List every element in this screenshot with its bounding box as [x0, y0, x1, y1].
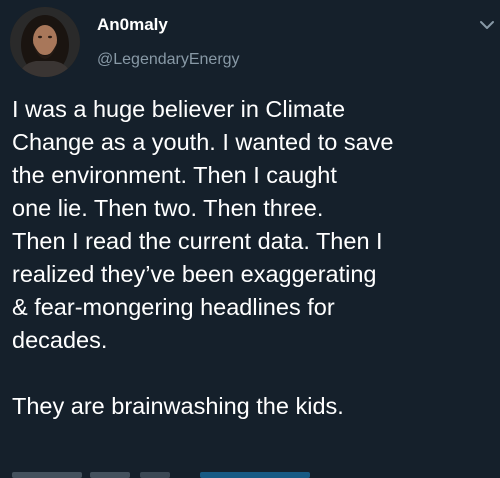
tweet-text-line: one lie. Then two. Then three. — [12, 195, 324, 221]
profile-avatar-icon — [10, 7, 80, 77]
author-display-name[interactable]: An0maly — [97, 15, 168, 35]
avatar[interactable] — [10, 7, 80, 77]
tweet-text-line: I was a huge believer in Climate — [12, 96, 346, 122]
tweet-text: I was a huge believer in Climate Change … — [12, 93, 496, 423]
tweet-text-line: the environment. Then I caught — [12, 162, 337, 188]
tweet-text-line: & fear-mongering headlines for — [12, 294, 335, 320]
chevron-down-icon[interactable] — [478, 16, 496, 34]
tweet-closing-line: They are brainwashing the kids. — [12, 393, 344, 419]
tweet-text-line: realized they’ve been exaggerating — [12, 261, 377, 287]
cropped-timestamp-row — [12, 472, 310, 478]
author-handle[interactable]: @LegendaryEnergy — [97, 51, 240, 69]
tweet-text-line: Change as a youth. I wanted to save — [12, 129, 394, 155]
tweet-text-line: decades. — [12, 327, 108, 353]
tweet-text-line: Then I read the current data. Then I — [12, 228, 383, 254]
tweet-card: An0maly @LegendaryEnergy I was a huge be… — [0, 0, 500, 478]
